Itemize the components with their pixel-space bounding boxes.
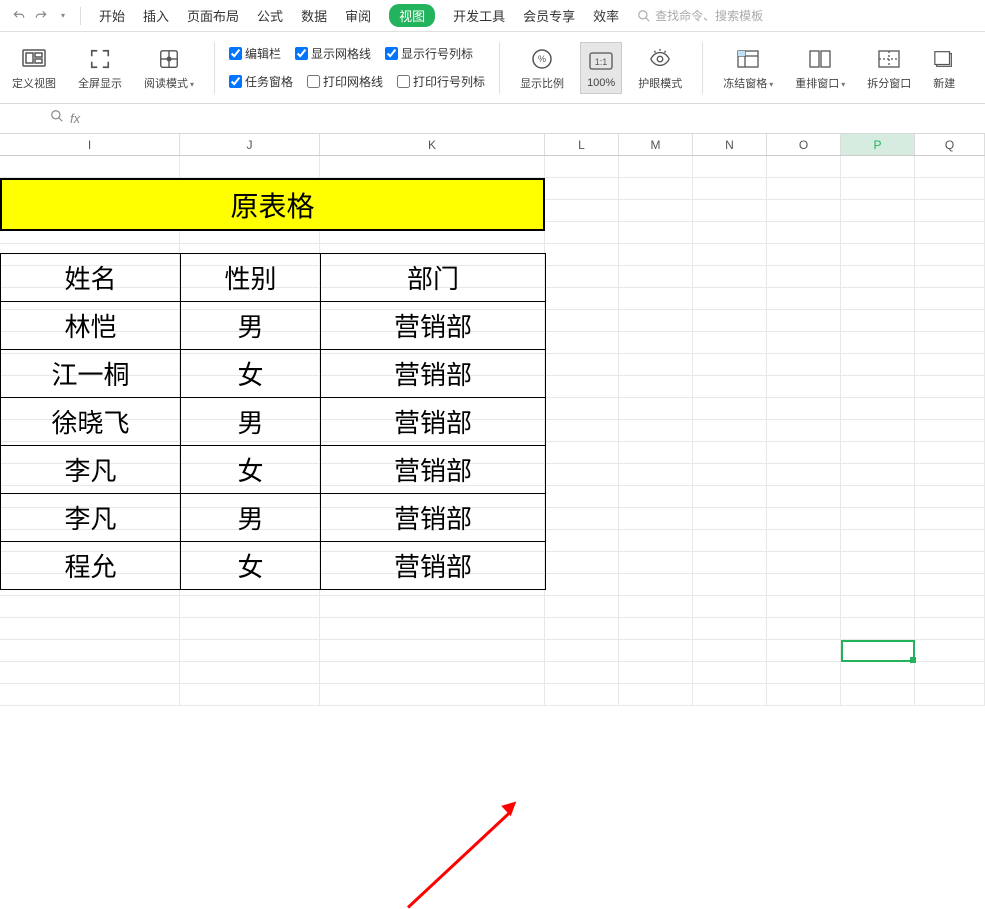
separator (80, 7, 81, 25)
check-show-gridlines[interactable]: 显示网格线 (295, 43, 371, 65)
table-row: 程允女营销部 (1, 542, 546, 590)
read-mode-button[interactable]: 阅读模式 (138, 41, 200, 95)
fullscreen-icon (89, 45, 111, 73)
table-row: 李凡男营销部 (1, 494, 546, 542)
custom-view-button[interactable]: 定义视图 (6, 41, 62, 95)
header-dept[interactable]: 部门 (321, 254, 546, 302)
view-checkboxes: 编辑栏 显示网格线 显示行号列标 任务窗格 打印网格线 打印行号列标 (229, 43, 485, 93)
table-row: 江一桐女营销部 (1, 350, 546, 398)
split-window-button[interactable]: 拆分窗口 (861, 41, 917, 95)
zoom-100-icon: 1:1 (588, 47, 614, 75)
table-row: 徐晓飞男营销部 (1, 398, 546, 446)
check-show-headers[interactable]: 显示行号列标 (385, 43, 473, 65)
tab-efficiency[interactable]: 效率 (593, 6, 619, 25)
tab-formula[interactable]: 公式 (257, 6, 283, 25)
undo-button[interactable] (8, 5, 30, 27)
column-header-O[interactable]: O (767, 134, 841, 155)
eye-icon (647, 45, 673, 73)
data-area: 原表格 姓名 性别 部门 林恺男营销部 江一桐女营销部 徐晓飞男营销部 李凡女营… (0, 178, 546, 590)
split-icon (877, 45, 901, 73)
redo-button[interactable] (30, 5, 52, 27)
header-gender[interactable]: 性别 (181, 254, 321, 302)
tab-start[interactable]: 开始 (99, 6, 125, 25)
zoom-ratio-button[interactable]: % 显示比例 (514, 41, 570, 95)
column-header-L[interactable]: L (545, 134, 619, 155)
separator (499, 42, 500, 94)
tab-view[interactable]: 视图 (389, 4, 435, 27)
magnifier-icon (50, 109, 64, 128)
menu-bar: ▾ 开始 插入 页面布局 公式 数据 审阅 视图 开发工具 会员专享 效率 查找… (0, 0, 985, 32)
table-title[interactable]: 原表格 (0, 178, 545, 231)
fullscreen-button[interactable]: 全屏显示 (72, 41, 128, 95)
svg-text:%: % (538, 54, 546, 64)
read-mode-icon (157, 45, 181, 73)
svg-text:1:1: 1:1 (595, 57, 608, 67)
column-headers: IJKLMNOPQ (0, 134, 985, 156)
column-header-Q[interactable]: Q (915, 134, 985, 155)
tab-review[interactable]: 审阅 (345, 6, 371, 25)
column-header-J[interactable]: J (180, 134, 320, 155)
column-header-N[interactable]: N (693, 134, 767, 155)
search-box[interactable]: 查找命令、搜索模板 (637, 7, 763, 24)
check-print-gridlines[interactable]: 打印网格线 (307, 71, 383, 93)
zoom-100-button[interactable]: 1:1 100% (580, 42, 622, 94)
search-placeholder: 查找命令、搜索模板 (655, 7, 763, 24)
separator (214, 42, 215, 94)
freeze-panes-button[interactable]: 冻结窗格 (717, 41, 779, 95)
check-print-headers[interactable]: 打印行号列标 (397, 71, 485, 93)
column-header-M[interactable]: M (619, 134, 693, 155)
eye-protect-button[interactable]: 护眼模式 (632, 41, 688, 95)
tab-member[interactable]: 会员专享 (523, 6, 575, 25)
new-window-icon (933, 45, 955, 73)
formula-bar[interactable]: fx (0, 104, 985, 134)
tab-dev-tools[interactable]: 开发工具 (453, 6, 505, 25)
rearrange-icon (808, 45, 832, 73)
ribbon-toolbar: 定义视图 全屏显示 阅读模式 编辑栏 显示网格线 显示行号列标 任务窗格 打印网… (0, 32, 985, 104)
dropdown-button[interactable]: ▾ (52, 5, 74, 27)
column-header-K[interactable]: K (320, 134, 545, 155)
separator (702, 42, 703, 94)
rearrange-window-button[interactable]: 重排窗口 (789, 41, 851, 95)
new-window-button[interactable]: 新建 (927, 41, 955, 95)
search-icon (637, 9, 651, 23)
tab-data[interactable]: 数据 (301, 6, 327, 25)
header-name[interactable]: 姓名 (1, 254, 181, 302)
table-header-row: 姓名 性别 部门 (1, 254, 546, 302)
fx-label[interactable]: fx (70, 111, 80, 126)
column-header-P[interactable]: P (841, 134, 915, 155)
custom-view-icon (21, 45, 47, 73)
column-header-I[interactable]: I (0, 134, 180, 155)
check-task-pane[interactable]: 任务窗格 (229, 71, 293, 93)
spreadsheet-grid[interactable]: 原表格 姓名 性别 部门 林恺男营销部 江一桐女营销部 徐晓飞男营销部 李凡女营… (0, 156, 985, 696)
data-table: 姓名 性别 部门 林恺男营销部 江一桐女营销部 徐晓飞男营销部 李凡女营销部 李… (0, 253, 546, 590)
table-row: 李凡女营销部 (1, 446, 546, 494)
tab-insert[interactable]: 插入 (143, 6, 169, 25)
menu-tabs: 开始 插入 页面布局 公式 数据 审阅 视图 开发工具 会员专享 效率 (87, 4, 619, 27)
table-row: 林恺男营销部 (1, 302, 546, 350)
tab-page-layout[interactable]: 页面布局 (187, 6, 239, 25)
check-edit-bar[interactable]: 编辑栏 (229, 43, 281, 65)
freeze-icon (736, 45, 760, 73)
zoom-icon: % (530, 45, 554, 73)
